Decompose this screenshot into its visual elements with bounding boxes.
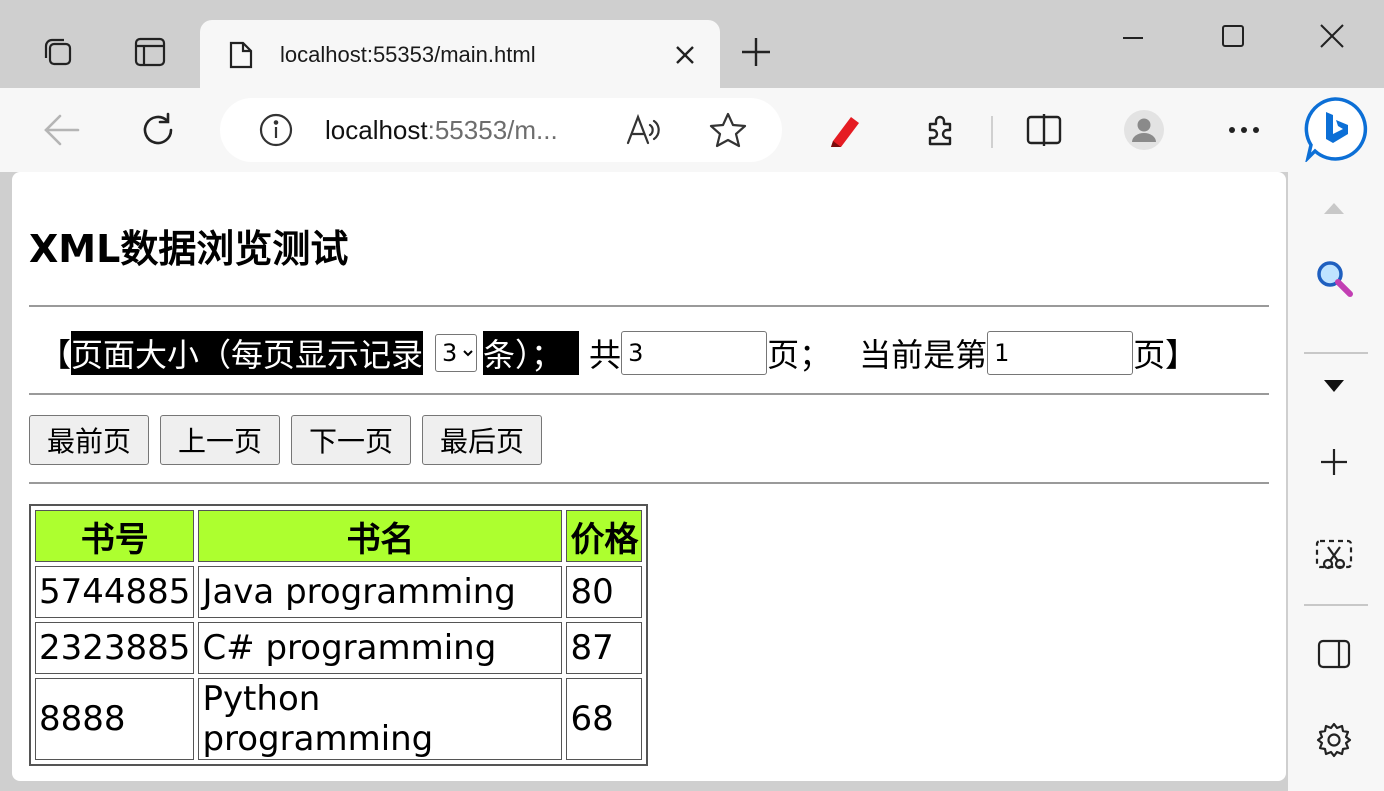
page-size-suffix: 条）； [483, 336, 564, 374]
split-screen-icon[interactable] [1022, 108, 1066, 152]
more-menu-icon[interactable] [1222, 108, 1266, 152]
cell-isbn: 2323885 [35, 622, 195, 674]
books-table: 书号 书名 价格 5744885 Java programming 80 232… [29, 504, 649, 766]
divider [29, 305, 1269, 307]
page-viewport: XML数据浏览测试 【页面大小（每页显示记录 3条）； 共 页； 当前是第 页】 最前页 … [12, 172, 1286, 781]
close-tab-icon[interactable] [670, 40, 700, 70]
column-header-isbn: 书号 [35, 510, 195, 562]
minimize-icon[interactable] [1113, 18, 1153, 54]
page-size-highlight: 页面大小（每页显示记录 3 条）； [71, 331, 580, 375]
page-title: XML数据浏览测试 [29, 227, 349, 271]
table-row: 8888 Python programming 68 [35, 678, 643, 760]
current-suffix: 页】 [1133, 336, 1198, 374]
cell-price: 68 [566, 678, 643, 760]
site-info-icon[interactable] [254, 108, 298, 152]
address-bar[interactable]: localhost:55353/m... [220, 98, 782, 162]
cell-title: Java programming [198, 566, 563, 618]
maximize-icon[interactable] [1213, 18, 1253, 54]
page-size-prefix: 页面大小（每页显示记录 [71, 336, 424, 374]
sidebar-divider [1304, 352, 1368, 354]
last-page-button[interactable]: 最后页 [422, 415, 542, 465]
sidebar-expand-icon[interactable] [1312, 364, 1356, 408]
sidebar-divider-2 [1304, 604, 1368, 606]
sidebar-add-icon[interactable] [1312, 440, 1356, 484]
next-page-button[interactable]: 下一页 [291, 415, 411, 465]
extensions-icon[interactable] [918, 108, 962, 152]
page-icon [226, 40, 256, 70]
window-close-icon[interactable] [1312, 18, 1352, 54]
column-header-price: 价格 [566, 510, 643, 562]
table-row: 2323885 C# programming 87 [35, 622, 643, 674]
back-icon[interactable] [40, 108, 84, 152]
total-prefix: 共 [589, 336, 622, 374]
cell-isbn: 5744885 [35, 566, 195, 618]
cell-title: C# programming [198, 622, 563, 674]
browser-toolbar: localhost:55353/m... [0, 88, 1384, 172]
column-header-title: 书名 [198, 510, 563, 562]
page-size-select[interactable]: 3 [435, 334, 478, 372]
workspaces-icon[interactable] [38, 32, 78, 72]
current-page-input[interactable] [987, 331, 1134, 375]
screenshot-icon[interactable] [1312, 534, 1356, 578]
profile-avatar-icon[interactable] [1122, 108, 1166, 152]
edge-sidebar [1288, 172, 1384, 791]
total-suffix: 页； [767, 336, 832, 374]
tab-strip: localhost:55353/main.html [0, 0, 1384, 90]
new-tab-icon[interactable] [738, 34, 774, 70]
settings-gear-icon[interactable] [1312, 718, 1356, 762]
pen-extension-icon[interactable] [822, 108, 866, 152]
active-tab[interactable]: localhost:55353/main.html [200, 20, 720, 90]
prev-page-button[interactable]: 上一页 [160, 415, 280, 465]
open-bracket: 【 [39, 336, 72, 374]
cell-price: 87 [566, 622, 643, 674]
refresh-icon[interactable] [136, 108, 180, 152]
first-page-button[interactable]: 最前页 [29, 415, 149, 465]
tab-actions-icon[interactable] [130, 32, 170, 72]
pager-info: 【页面大小（每页显示记录 3条）； 共 页； 当前是第 页】 [39, 328, 1197, 378]
divider-2 [29, 393, 1269, 395]
address-host: localhost [325, 115, 428, 145]
current-prefix: 当前是第 [859, 336, 988, 374]
navigation-buttons: 最前页 上一页 下一页 最后页 [29, 415, 542, 465]
copilot-bing-icon[interactable] [1302, 96, 1368, 162]
page-size-select-wrap: 3 [423, 331, 484, 375]
address-text[interactable]: localhost:55353/m... [325, 114, 558, 146]
cell-title: Python programming [198, 678, 563, 760]
tab-title: localhost:55353/main.html [280, 42, 536, 67]
sidebar-search-icon[interactable] [1312, 256, 1356, 300]
address-rest: :55353/m... [427, 115, 558, 145]
table-row: 5744885 Java programming 80 [35, 566, 643, 618]
total-pages-input[interactable] [621, 331, 768, 375]
divider-3 [29, 482, 1269, 484]
cell-price: 80 [566, 566, 643, 618]
toolbar-separator [991, 116, 993, 148]
sidebar-scroll-up-icon[interactable] [1312, 186, 1356, 230]
cell-isbn: 8888 [35, 678, 195, 760]
hide-sidebar-icon[interactable] [1312, 632, 1356, 676]
favorite-star-icon[interactable] [706, 108, 750, 152]
table-header-row: 书号 书名 价格 [35, 510, 643, 562]
read-aloud-icon[interactable] [622, 108, 666, 152]
